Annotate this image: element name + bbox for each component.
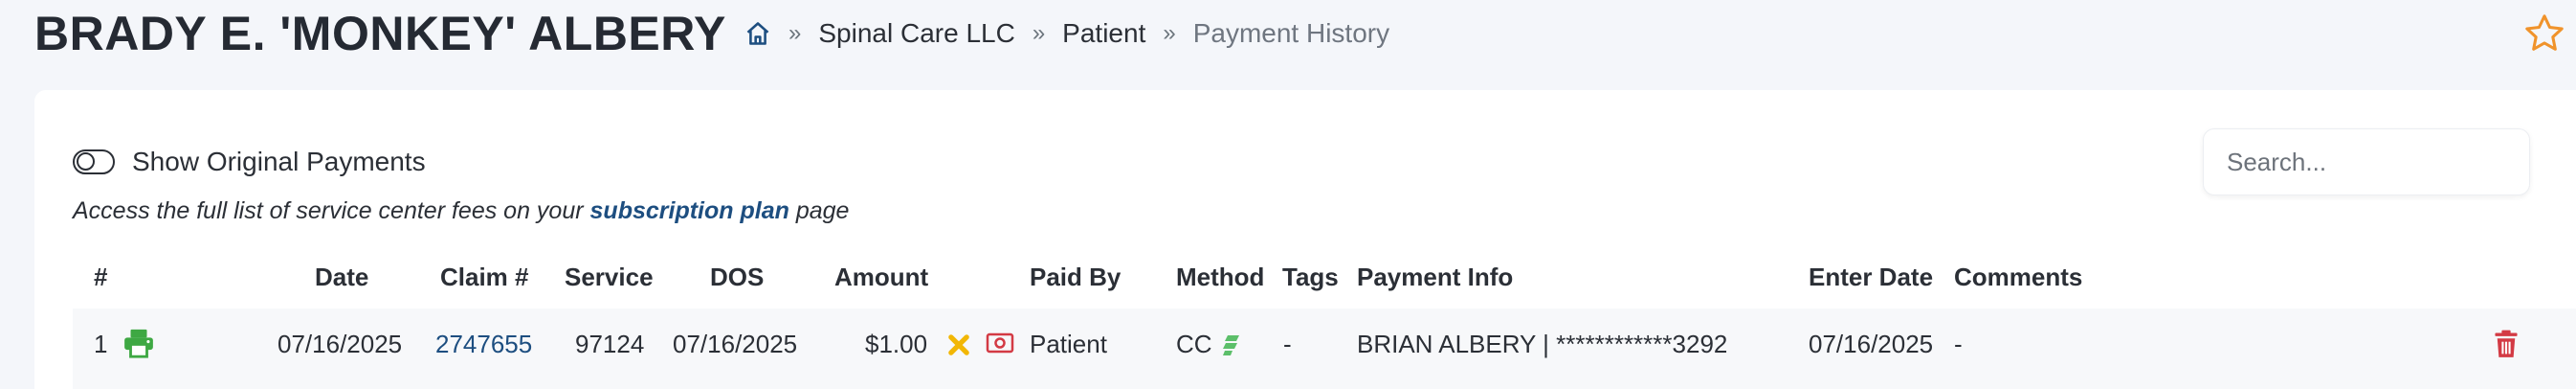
payment-history-page: BRADY E. 'MONKEY' ALBERY » Spinal Care L… — [0, 0, 2576, 389]
row-claim-link[interactable]: 2747655 — [435, 330, 532, 359]
show-original-payments-toggle-row[interactable]: Show Original Payments — [73, 144, 426, 180]
row-dos: 07/16/2025 — [673, 330, 798, 358]
search-input[interactable] — [2203, 128, 2530, 195]
row-service: 97124 — [575, 330, 645, 358]
row-paid-by: Patient — [1030, 330, 1107, 358]
col-header-payment-info[interactable]: Payment Info — [1357, 263, 1513, 292]
col-header-date[interactable]: Date — [315, 263, 368, 292]
subscription-plan-link[interactable]: subscription plan — [590, 197, 789, 224]
row-number: 1 — [94, 330, 108, 358]
patient-name-title: BRADY E. 'MONKEY' ALBERY — [34, 7, 726, 60]
money-bill-icon — [986, 332, 1014, 355]
col-header-comments[interactable]: Comments — [1954, 263, 2082, 292]
col-header-amount[interactable]: Amount — [834, 263, 928, 292]
x-icon[interactable] — [945, 332, 972, 358]
row-tags: - — [1283, 330, 1292, 358]
col-header-dos[interactable]: DOS — [710, 263, 764, 292]
payments-card: Show Original Payments Access the full l… — [34, 90, 2576, 389]
breadcrumb: » Spinal Care LLC » Patient » Payment Hi… — [744, 17, 1389, 50]
breadcrumb-item-patient[interactable]: Patient — [1062, 18, 1145, 49]
row-method: CC — [1176, 330, 1212, 358]
star-outline-icon[interactable] — [2522, 11, 2566, 56]
col-header-enter-date[interactable]: Enter Date — [1809, 263, 1933, 292]
breadcrumb-separator: » — [1032, 20, 1046, 46]
breadcrumb-separator: » — [788, 20, 802, 46]
col-header-tags[interactable]: Tags — [1282, 263, 1339, 292]
row-amount: $1.00 — [865, 330, 928, 358]
page-header: BRADY E. 'MONKEY' ALBERY » Spinal Care L… — [0, 0, 2576, 88]
printer-icon[interactable] — [122, 328, 155, 358]
breadcrumb-current: Payment History — [1192, 18, 1390, 48]
col-header-number[interactable]: # — [94, 263, 107, 292]
col-header-method[interactable]: Method — [1176, 263, 1264, 292]
home-icon[interactable] — [744, 20, 771, 47]
col-header-service[interactable]: Service — [565, 263, 654, 292]
subscription-info-text: Access the full list of service center f… — [73, 197, 849, 225]
show-original-payments-toggle[interactable] — [73, 149, 115, 174]
info-prefix: Access the full list of service center f… — [73, 197, 584, 224]
stripe-icon — [1221, 333, 1242, 358]
row-comments: - — [1954, 330, 1963, 358]
row-date: 07/16/2025 — [278, 330, 403, 358]
show-original-payments-label[interactable]: Show Original Payments — [132, 147, 426, 177]
col-header-paid-by[interactable]: Paid By — [1030, 263, 1121, 292]
col-header-claim[interactable]: Claim # — [440, 263, 529, 292]
row-enter-date: 07/16/2025 — [1809, 330, 1934, 358]
breadcrumb-separator: » — [1163, 20, 1176, 46]
trash-icon[interactable] — [2494, 330, 2519, 358]
info-suffix: page — [795, 197, 850, 224]
toggle-knob — [77, 152, 95, 171]
row-payment-info: BRIAN ALBERY | ************3292 — [1357, 330, 1728, 358]
breadcrumb-item-practice[interactable]: Spinal Care LLC — [818, 18, 1014, 49]
